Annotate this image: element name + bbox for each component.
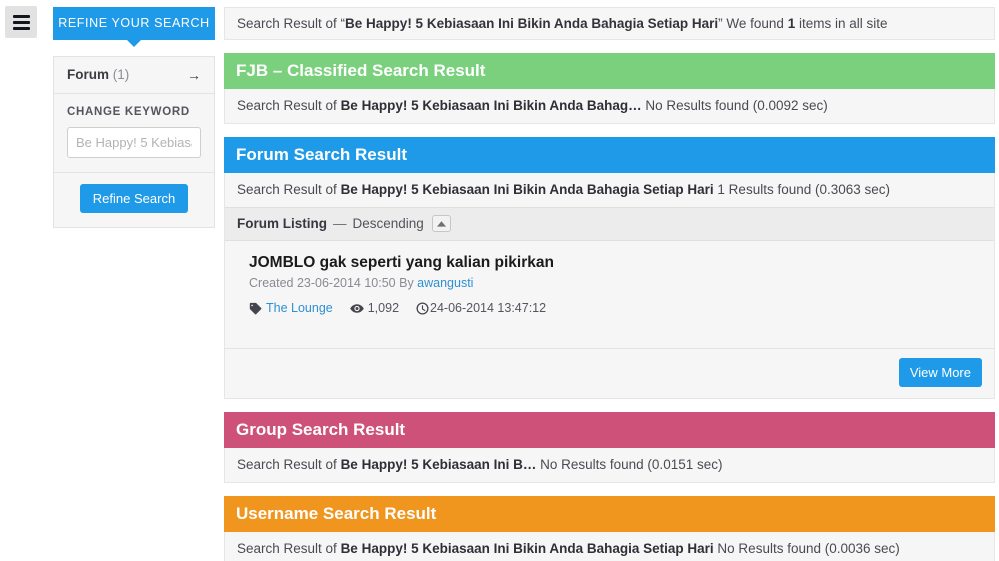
chevron-up-icon[interactable] <box>431 215 451 232</box>
hamburger-bar <box>12 26 30 30</box>
result-created-line: Created 23-06-2014 10:50 By awangusti <box>249 275 982 292</box>
result-author-link[interactable]: awangusti <box>417 276 473 290</box>
hamburger-menu-button[interactable] <box>5 6 37 38</box>
section-forum-header: Forum Search Result <box>224 137 995 173</box>
keyword-input[interactable] <box>67 127 201 158</box>
tab-caret-icon <box>127 40 141 47</box>
search-results-page: REFINE YOUR SEARCH Forum (1) → CHANGE KE… <box>0 0 999 561</box>
section-fjb-summary: Search Result of Be Happy! 5 Kebiasaan I… <box>225 89 994 123</box>
fjb-summary-prefix: Search Result of <box>237 98 341 113</box>
fjb-summary-query: Be Happy! 5 Kebiasaan Ini Bikin Anda Bah… <box>340 98 642 113</box>
facet-forum-label: Forum (1) <box>67 67 129 82</box>
refine-tab-label: REFINE YOUR SEARCH <box>58 16 210 30</box>
result-category: The Lounge <box>249 301 333 315</box>
summary-middle: ” We found <box>718 16 788 31</box>
listing-separator: — <box>333 216 347 231</box>
hamburger-bar <box>12 20 30 24</box>
section-forum: Forum Search Result Search Result of Be … <box>224 137 995 399</box>
eye-icon <box>349 303 364 314</box>
result-views-count: 1,092 <box>367 301 400 315</box>
section-forum-body: Search Result of Be Happy! 5 Kebiasaan I… <box>224 173 995 399</box>
section-username-summary: Search Result of Be Happy! 5 Kebiasaan I… <box>225 532 994 561</box>
result-category-link[interactable]: The Lounge <box>266 301 333 315</box>
group-summary-prefix: Search Result of <box>237 457 341 472</box>
view-more-button[interactable]: View More <box>898 358 982 387</box>
section-forum-summary: Search Result of Be Happy! 5 Kebiasaan I… <box>225 173 994 207</box>
result-title-link[interactable]: JOMBLO gak seperti yang kalian pikirkan <box>249 253 982 273</box>
sidebar-facet-forum[interactable]: Forum (1) → <box>54 57 214 94</box>
arrow-right-icon: → <box>187 66 201 83</box>
forum-result-footer: View More <box>225 348 994 398</box>
refine-your-search-tab[interactable]: REFINE YOUR SEARCH <box>53 7 215 47</box>
change-keyword-block: CHANGE KEYWORD <box>54 94 214 173</box>
result-created-prefix: Created 23-06-2014 10:50 By <box>249 276 418 290</box>
main-column: Search Result of “Be Happy! 5 Kebiasaan … <box>224 7 995 561</box>
section-username-body: Search Result of Be Happy! 5 Kebiasaan I… <box>224 532 995 561</box>
section-group-header: Group Search Result <box>224 412 995 448</box>
refine-button-wrap: Refine Search <box>54 173 214 227</box>
summary-query: Be Happy! 5 Kebiasaan Ini Bikin Anda Bah… <box>345 16 719 31</box>
group-summary-query: Be Happy! 5 Kebiasaan Ini B… <box>340 457 537 472</box>
tag-icon <box>249 302 262 315</box>
change-keyword-label: CHANGE KEYWORD <box>67 106 190 118</box>
forum-result-item: JOMBLO gak seperti yang kalian pikirkan … <box>225 252 994 329</box>
listing-sort-order[interactable]: Descending <box>353 216 424 231</box>
section-username: Username Search Result Search Result of … <box>224 496 995 561</box>
facet-forum-name: Forum <box>67 67 109 82</box>
section-group-summary: Search Result of Be Happy! 5 Kebiasaan I… <box>225 448 994 482</box>
forum-summary-prefix: Search Result of <box>237 182 341 197</box>
forum-listing-bar: Forum Listing — Descending <box>225 207 994 241</box>
result-list-spacer <box>225 329 994 348</box>
result-meta-row: The Lounge 1,092 24-06-2014 13:47:12 <box>249 301 982 315</box>
section-fjb-header: FJB – Classified Search Result <box>224 53 995 89</box>
username-summary-query: Be Happy! 5 Kebiasaan Ini Bikin Anda Bah… <box>340 541 714 556</box>
refine-search-button[interactable]: Refine Search <box>79 184 189 213</box>
section-group-body: Search Result of Be Happy! 5 Kebiasaan I… <box>224 448 995 483</box>
refine-sidebar: REFINE YOUR SEARCH Forum (1) → CHANGE KE… <box>53 7 215 228</box>
username-summary-prefix: Search Result of <box>237 541 341 556</box>
result-views: 1,092 <box>349 301 400 315</box>
global-search-summary: Search Result of “Be Happy! 5 Kebiasaan … <box>224 7 995 40</box>
section-username-header: Username Search Result <box>224 496 995 532</box>
section-group: Group Search Result Search Result of Be … <box>224 412 995 483</box>
username-summary-status: No Results found (0.0036 sec) <box>713 541 900 556</box>
clock-icon <box>416 301 429 315</box>
section-fjb: FJB – Classified Search Result Search Re… <box>224 53 995 124</box>
forum-summary-status: 1 Results found (0.3063 sec) <box>713 182 891 197</box>
result-last-post-time: 24-06-2014 13:47:12 <box>430 301 547 315</box>
facet-forum-count: (1) <box>112 67 130 82</box>
forum-result-list: JOMBLO gak seperti yang kalian pikirkan … <box>225 241 994 348</box>
hamburger-bar <box>12 14 30 18</box>
summary-suffix: items in all site <box>795 16 888 31</box>
result-last-post: 24-06-2014 13:47:12 <box>416 301 546 315</box>
group-summary-status: No Results found (0.0151 sec) <box>536 457 723 472</box>
section-fjb-body: Search Result of Be Happy! 5 Kebiasaan I… <box>224 89 995 124</box>
fjb-summary-status: No Results found (0.0092 sec) <box>641 98 828 113</box>
forum-summary-query: Be Happy! 5 Kebiasaan Ini Bikin Anda Bah… <box>340 182 714 197</box>
summary-prefix: Search Result of “ <box>237 16 346 31</box>
refine-panel: Forum (1) → CHANGE KEYWORD Refine Search <box>53 56 215 228</box>
forum-listing-label: Forum Listing <box>237 216 327 231</box>
